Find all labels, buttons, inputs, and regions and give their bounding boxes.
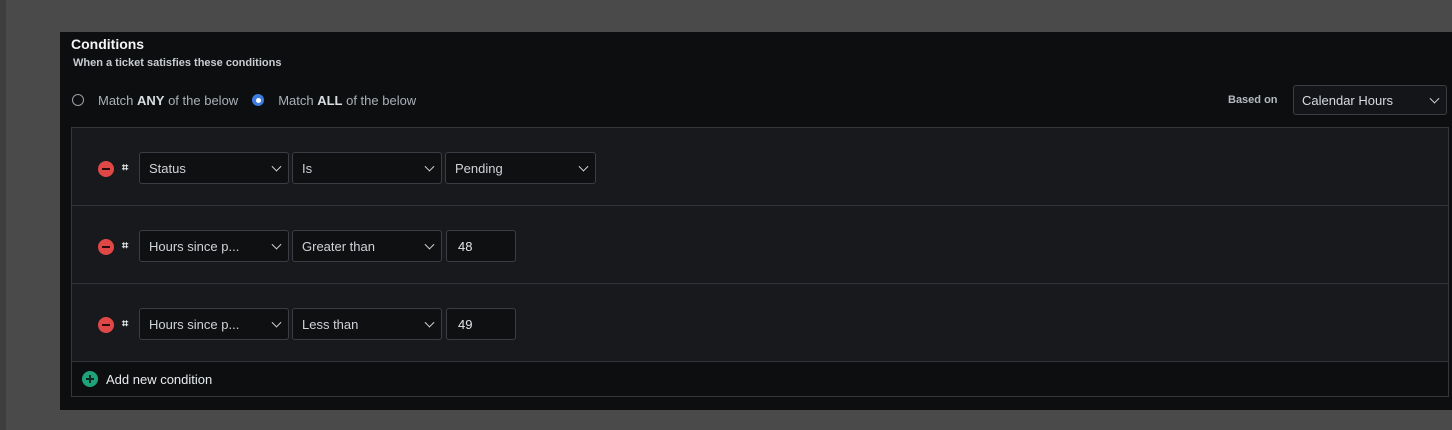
chevron-down-icon (424, 161, 435, 172)
based-on-select[interactable]: Calendar Hours (1293, 85, 1447, 115)
operator-select[interactable]: Is (292, 152, 442, 184)
hash-icon[interactable]: ⌗ (122, 239, 128, 253)
condition-row: ⌗ Hours since p... Less than 49 (72, 284, 1448, 362)
operator-select[interactable]: Less than (292, 308, 442, 340)
match-all-label[interactable]: Match ALL of the below (278, 93, 416, 108)
operator-value: Is (302, 160, 313, 176)
conditions-panel: Conditions When a ticket satisfies these… (60, 32, 1452, 410)
based-on-label: Based on (1228, 94, 1278, 106)
chevron-down-icon (578, 161, 589, 172)
minus-circle-icon[interactable] (98, 317, 114, 333)
field-value: Hours since p... (149, 238, 240, 254)
chevron-down-icon (271, 161, 282, 172)
match-any-label[interactable]: Match ANY of the below (98, 93, 238, 108)
section-subtitle: When a ticket satisfies these conditions (73, 57, 282, 69)
condition-row: ⌗ Hours since p... Greater than 48 (72, 206, 1448, 284)
conditions-list: ⌗ Status Is Pending ⌗ Hours since p... G… (71, 127, 1449, 397)
add-condition-label[interactable]: Add new condition (106, 372, 212, 387)
add-condition-button[interactable]: Add new condition (72, 362, 1448, 397)
window-edge (0, 0, 6, 430)
value-input[interactable]: 49 (446, 308, 516, 340)
operator-value: Greater than (302, 238, 375, 254)
chevron-down-icon (424, 239, 435, 250)
hash-icon[interactable]: ⌗ (122, 161, 128, 175)
condition-row: ⌗ Status Is Pending (72, 128, 1448, 206)
plus-circle-icon[interactable] (82, 371, 98, 387)
chevron-down-icon (271, 317, 282, 328)
field-select[interactable]: Status (139, 152, 289, 184)
operator-select[interactable]: Greater than (292, 230, 442, 262)
field-select[interactable]: Hours since p... (139, 230, 289, 262)
minus-circle-icon[interactable] (98, 161, 114, 177)
field-value: Status (149, 160, 186, 176)
minus-circle-icon[interactable] (98, 239, 114, 255)
chevron-down-icon (1429, 93, 1440, 104)
match-options: Match ANY of the below Match ALL of the … (72, 91, 416, 109)
value-text: Pending (455, 160, 503, 176)
operator-value: Less than (302, 316, 359, 332)
based-on-value: Calendar Hours (1302, 92, 1394, 108)
section-title: Conditions (71, 36, 145, 52)
value-input[interactable]: 48 (446, 230, 516, 262)
field-select[interactable]: Hours since p... (139, 308, 289, 340)
hash-icon[interactable]: ⌗ (122, 317, 128, 331)
match-any-radio[interactable] (72, 94, 84, 106)
chevron-down-icon (424, 317, 435, 328)
value-select[interactable]: Pending (445, 152, 596, 184)
match-all-radio[interactable] (252, 94, 265, 106)
field-value: Hours since p... (149, 316, 240, 332)
chevron-down-icon (271, 239, 282, 250)
